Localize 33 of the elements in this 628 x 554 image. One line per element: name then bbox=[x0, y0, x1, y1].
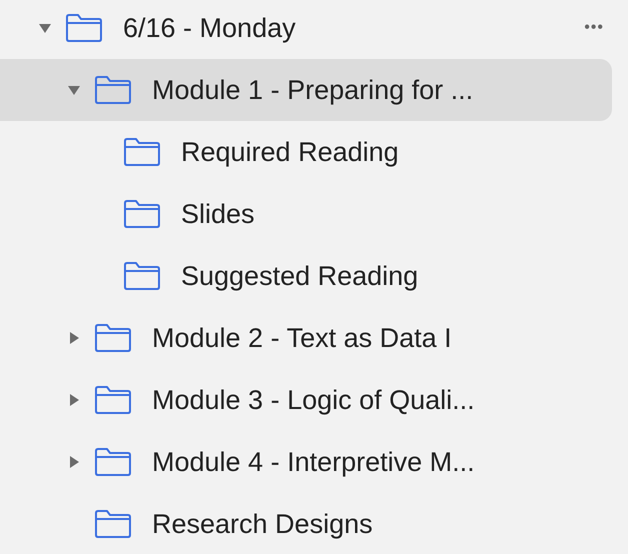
tree-item[interactable]: Slides bbox=[0, 183, 612, 245]
folder-icon bbox=[123, 199, 161, 229]
item-label: Module 2 - Text as Data I bbox=[152, 322, 452, 355]
item-label: Module 1 - Preparing for ... bbox=[152, 74, 474, 107]
folder-icon bbox=[94, 75, 132, 105]
folder-icon bbox=[123, 137, 161, 167]
tree-item[interactable]: Required Reading bbox=[0, 121, 612, 183]
caret-right-icon[interactable] bbox=[67, 331, 81, 345]
tree-item[interactable]: Research Designs bbox=[0, 493, 612, 554]
item-label: Required Reading bbox=[181, 136, 399, 169]
caret-down-icon[interactable] bbox=[67, 83, 81, 97]
item-label: Module 3 - Logic of Quali... bbox=[152, 384, 475, 417]
caret-down-icon[interactable] bbox=[38, 21, 52, 35]
item-label: 6/16 - Monday bbox=[123, 12, 296, 45]
tree-item[interactable]: Module 1 - Preparing for ... bbox=[0, 59, 612, 121]
caret-right-icon[interactable] bbox=[67, 455, 81, 469]
folder-icon bbox=[94, 385, 132, 415]
tree-item[interactable]: Module 2 - Text as Data I bbox=[0, 307, 612, 369]
tree-item[interactable]: Module 4 - Interpretive M... bbox=[0, 431, 612, 493]
tree-item[interactable]: Suggested Reading bbox=[0, 245, 612, 307]
item-label: Research Designs bbox=[152, 508, 373, 541]
folder-icon bbox=[94, 509, 132, 539]
caret-right-icon[interactable] bbox=[67, 393, 81, 407]
item-label: Suggested Reading bbox=[181, 260, 418, 293]
more-icon[interactable]: ••• bbox=[584, 16, 604, 40]
folder-icon bbox=[65, 13, 103, 43]
item-label: Module 4 - Interpretive M... bbox=[152, 446, 475, 479]
tree-item[interactable]: Module 3 - Logic of Quali... bbox=[0, 369, 612, 431]
item-label: Slides bbox=[181, 198, 255, 231]
tree-item[interactable]: 6/16 - Monday ••• bbox=[0, 0, 612, 59]
folder-icon bbox=[94, 447, 132, 477]
folder-icon bbox=[94, 323, 132, 353]
folder-icon bbox=[123, 261, 161, 291]
